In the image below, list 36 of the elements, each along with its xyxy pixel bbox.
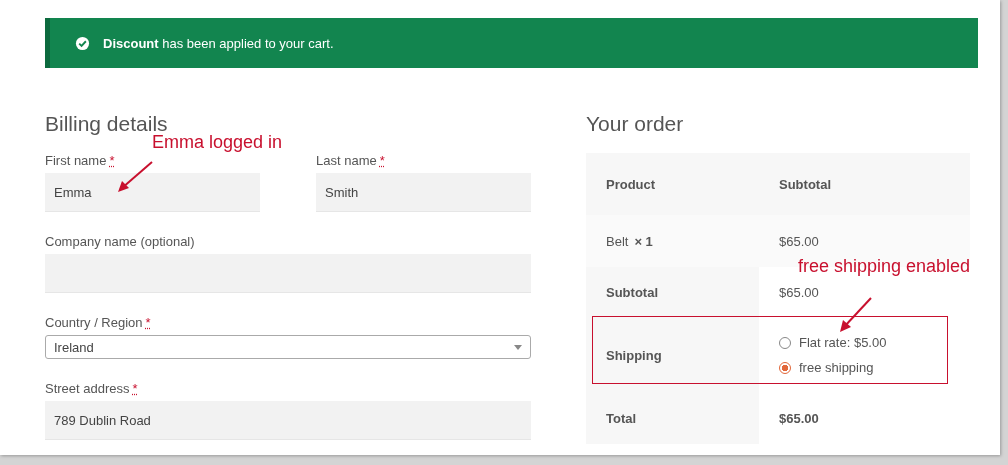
radio-button[interactable] — [779, 361, 791, 374]
annotation-text: free shipping enabled — [798, 256, 971, 277]
input-field[interactable]: Smith — [316, 173, 531, 212]
arrow — [837, 296, 875, 334]
input-field[interactable]: 789 Dublin Road — [45, 401, 531, 440]
row-label: Total — [586, 393, 759, 444]
field-label: First name — [45, 153, 107, 168]
row-label: Subtotal — [586, 267, 759, 317]
notice-message: Discount has been applied to your cart. — [103, 35, 334, 51]
section-title: Billing details — [45, 112, 168, 135]
caret-icon — [514, 344, 522, 350]
annotation-text: Emma logged in — [152, 132, 283, 153]
required-mark: * — [379, 153, 385, 168]
item-subtotal: $65.00 — [779, 233, 819, 249]
input-field[interactable] — [45, 254, 531, 293]
subtotal-value: $65.00 — [779, 284, 819, 300]
input-field[interactable]: Emma — [45, 173, 260, 212]
field-label: Country / Region — [45, 315, 143, 330]
row-label: Shipping — [586, 317, 759, 393]
field-label: Last name — [316, 153, 377, 168]
column-header: Product — [605, 175, 657, 194]
shipping-option[interactable]: Flat rate: $5.00 — [779, 335, 887, 350]
country-select[interactable]: Ireland — [45, 335, 531, 359]
required-mark: * — [109, 153, 115, 168]
field-label: Company name (optional) — [45, 234, 195, 249]
product-quantity: × 1 — [634, 233, 653, 249]
required-mark: * — [145, 315, 151, 330]
total-value: $65.00 — [778, 410, 820, 428]
check-circle-icon — [75, 35, 90, 51]
section-title: Your order — [586, 112, 684, 135]
field-label: Street address — [45, 381, 130, 396]
arrow — [116, 160, 154, 194]
product-name: Belt — [606, 233, 629, 249]
shipping-option[interactable]: free shipping — [779, 360, 874, 375]
column-header: Subtotal — [778, 175, 832, 194]
required-mark: * — [132, 381, 138, 396]
